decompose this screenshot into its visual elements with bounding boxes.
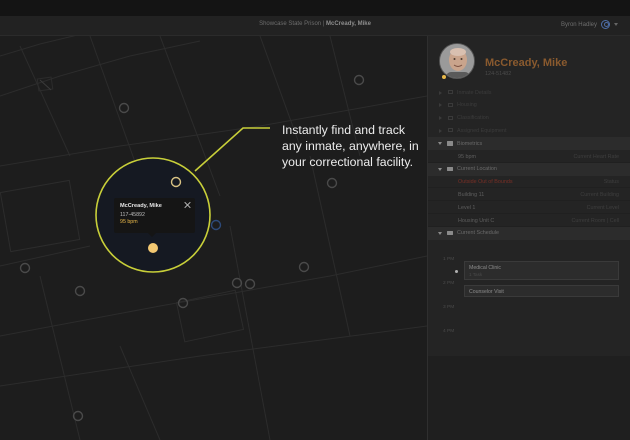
detail-value: Housing Unit C <box>458 217 495 224</box>
title-bar: Showcase State Prison | McCready, Mike B… <box>0 16 630 36</box>
inmate-popup: McCready, Mike 117-45892 95 bpm <box>114 198 195 237</box>
chevron-right-icon <box>439 128 442 133</box>
detail-label: Current Heart Rate <box>573 153 619 160</box>
chevron-right-icon <box>439 90 442 95</box>
current-time-dot <box>455 270 458 273</box>
section-label: Current Schedule <box>457 230 499 237</box>
section-assigned-equipment[interactable]: Assigned Equipment <box>428 124 630 137</box>
callout-line <box>194 127 270 172</box>
panel-footer <box>428 356 630 440</box>
inmate-id: 124-51482 <box>485 71 512 77</box>
popup-name: McCready, Mike <box>120 203 162 209</box>
section-icon <box>448 128 453 133</box>
hour-label: 4 PM <box>443 329 455 334</box>
chevron-down-icon <box>614 23 618 26</box>
detail-value: Level 1 <box>458 204 476 211</box>
detail-label: Current Level <box>586 204 619 211</box>
popup-heart-rate: 95 bpm <box>120 219 138 225</box>
detail-value: Outside Out of Bounds <box>458 179 513 186</box>
folder-icon <box>447 141 453 146</box>
section-label: Biometrics <box>457 140 483 147</box>
section-icon <box>448 102 453 107</box>
detail-label: Current Room | Cell <box>571 217 619 224</box>
map-canvas <box>0 36 427 440</box>
section-housing[interactable]: Housing <box>428 99 630 112</box>
detail-row: Level 1 Current Level <box>428 201 630 214</box>
section-label: Current Location <box>457 166 497 173</box>
popup-id: 117-45892 <box>120 212 145 218</box>
schedule-event[interactable]: Counselor Visit <box>464 285 619 297</box>
close-icon[interactable] <box>183 201 191 209</box>
detail-value: 95 bpm <box>458 153 476 160</box>
event-name: Medical Clinic <box>469 265 501 271</box>
facility-name: Showcase State Prison | <box>259 21 327 27</box>
section-label: Assigned Equipment <box>457 127 507 134</box>
detail-label: Current Building <box>580 191 619 198</box>
marketing-tagline: Instantly find and track any inmate, any… <box>282 123 419 169</box>
schedule-event[interactable]: Medical Clinic 1 Task <box>464 261 619 280</box>
detail-row: Housing Unit C Current Room | Cell <box>428 214 630 227</box>
window-title: Showcase State Prison | McCready, Mike <box>0 21 630 27</box>
folder-icon <box>447 230 453 236</box>
detail-label: Status <box>603 179 619 186</box>
section-label: Housing <box>457 102 477 109</box>
detail-value: Building 11 <box>458 191 485 198</box>
inmate-detail-panel: McCready, Mike 124-51482 Inmate Details … <box>427 36 630 440</box>
event-subtitle: 1 Task <box>469 272 483 277</box>
chevron-right-icon <box>439 103 442 108</box>
chevron-right-icon <box>439 116 442 121</box>
detail-row: 95 bpm Current Heart Rate <box>428 150 630 163</box>
chevron-down-icon <box>438 231 442 235</box>
section-label: Classification <box>457 115 489 122</box>
user-name: Byron Hadley <box>560 21 597 28</box>
section-classification[interactable]: Classification <box>428 112 630 125</box>
section-icon <box>448 115 453 120</box>
section-icon <box>448 90 453 94</box>
user-icon <box>601 20 610 29</box>
user-menu[interactable]: Byron Hadley <box>561 20 618 29</box>
status-dot <box>441 74 447 80</box>
hour-label: 3 PM <box>443 305 455 310</box>
profile-header: McCready, Mike 124-51482 <box>428 36 630 86</box>
inmate-title-name: McCready, Mike <box>326 21 371 27</box>
facility-map[interactable]: McCready, Mike 117-45892 95 bpm Instantl… <box>0 36 427 440</box>
chevron-down-icon <box>438 167 442 171</box>
section-current-schedule[interactable]: Current Schedule <box>428 226 630 240</box>
section-biometrics[interactable]: Biometrics <box>428 137 630 150</box>
top-bar <box>0 0 630 16</box>
chevron-down-icon <box>438 142 442 146</box>
event-name: Counselor Visit <box>469 289 504 295</box>
detail-row: Outside Out of Bounds Status <box>428 176 630 189</box>
detail-sections: Inmate Details Housing Classification As… <box>428 86 630 240</box>
folder-icon <box>447 166 453 172</box>
inmate-name: McCready, Mike <box>485 57 568 69</box>
section-inmate-details[interactable]: Inmate Details <box>428 86 630 99</box>
detail-row: Building 11 Current Building <box>428 188 630 202</box>
section-label: Inmate Details <box>457 89 492 96</box>
hour-label: 1 PM <box>443 257 455 262</box>
section-current-location[interactable]: Current Location <box>428 162 630 176</box>
hour-label: 2 PM <box>443 281 455 286</box>
selected-inmate-marker[interactable] <box>148 243 158 253</box>
